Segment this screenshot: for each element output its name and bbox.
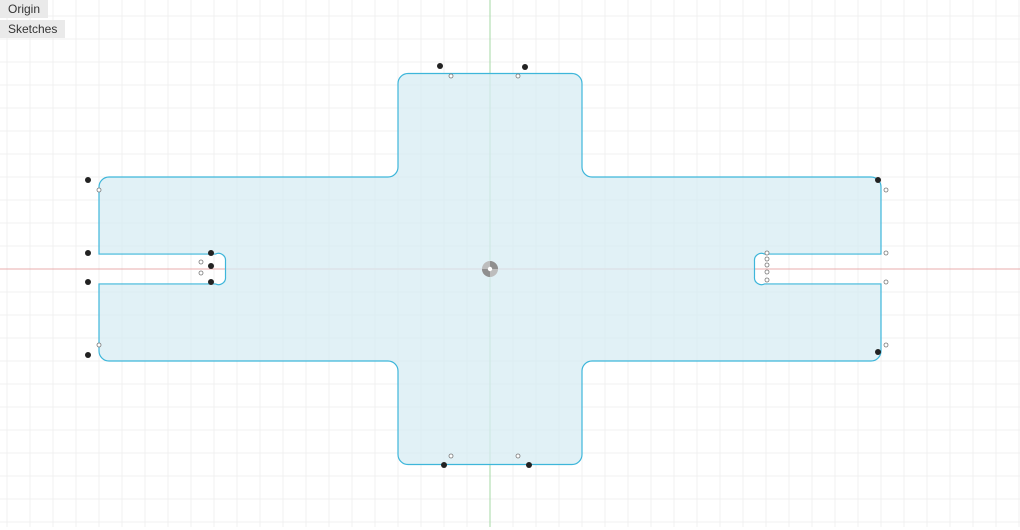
sketch-endpoint[interactable] [522, 64, 528, 70]
sketch-endpoint[interactable] [85, 177, 91, 183]
sketch-endpoint[interactable] [208, 263, 214, 269]
sketch-endpoint[interactable] [437, 63, 443, 69]
viewport-svg [0, 0, 1020, 527]
sketch-endpoint[interactable] [875, 177, 881, 183]
sketch-point[interactable] [765, 263, 769, 267]
origin-icon [482, 261, 498, 277]
sketch-point[interactable] [765, 251, 769, 255]
sketch-point[interactable] [884, 251, 888, 255]
sketch-point[interactable] [516, 74, 520, 78]
sketch-point[interactable] [199, 271, 203, 275]
sketch-point[interactable] [884, 188, 888, 192]
sketch-endpoint[interactable] [526, 462, 532, 468]
sketch-endpoint[interactable] [85, 250, 91, 256]
sketch-endpoint[interactable] [875, 349, 881, 355]
sketch-point[interactable] [765, 270, 769, 274]
browser-item-sketches[interactable]: Sketches [0, 20, 65, 38]
sketch-point[interactable] [199, 260, 203, 264]
sketch-endpoint[interactable] [441, 462, 447, 468]
sketch-point[interactable] [884, 280, 888, 284]
sketch-endpoint[interactable] [208, 279, 214, 285]
sketch-point[interactable] [516, 454, 520, 458]
sketch-point[interactable] [97, 188, 101, 192]
sketch-endpoint[interactable] [85, 279, 91, 285]
sketch-point[interactable] [884, 343, 888, 347]
sketch-canvas[interactable] [0, 0, 1020, 527]
sketch-point[interactable] [449, 454, 453, 458]
sketch-point[interactable] [765, 257, 769, 261]
sketch-point[interactable] [449, 74, 453, 78]
sketch-endpoint[interactable] [208, 250, 214, 256]
sketch-point[interactable] [765, 278, 769, 282]
sketch-endpoint[interactable] [85, 352, 91, 358]
browser-item-origin[interactable]: Origin [0, 0, 48, 18]
browser-panel: Origin Sketches [0, 0, 65, 40]
sketch-point[interactable] [97, 343, 101, 347]
